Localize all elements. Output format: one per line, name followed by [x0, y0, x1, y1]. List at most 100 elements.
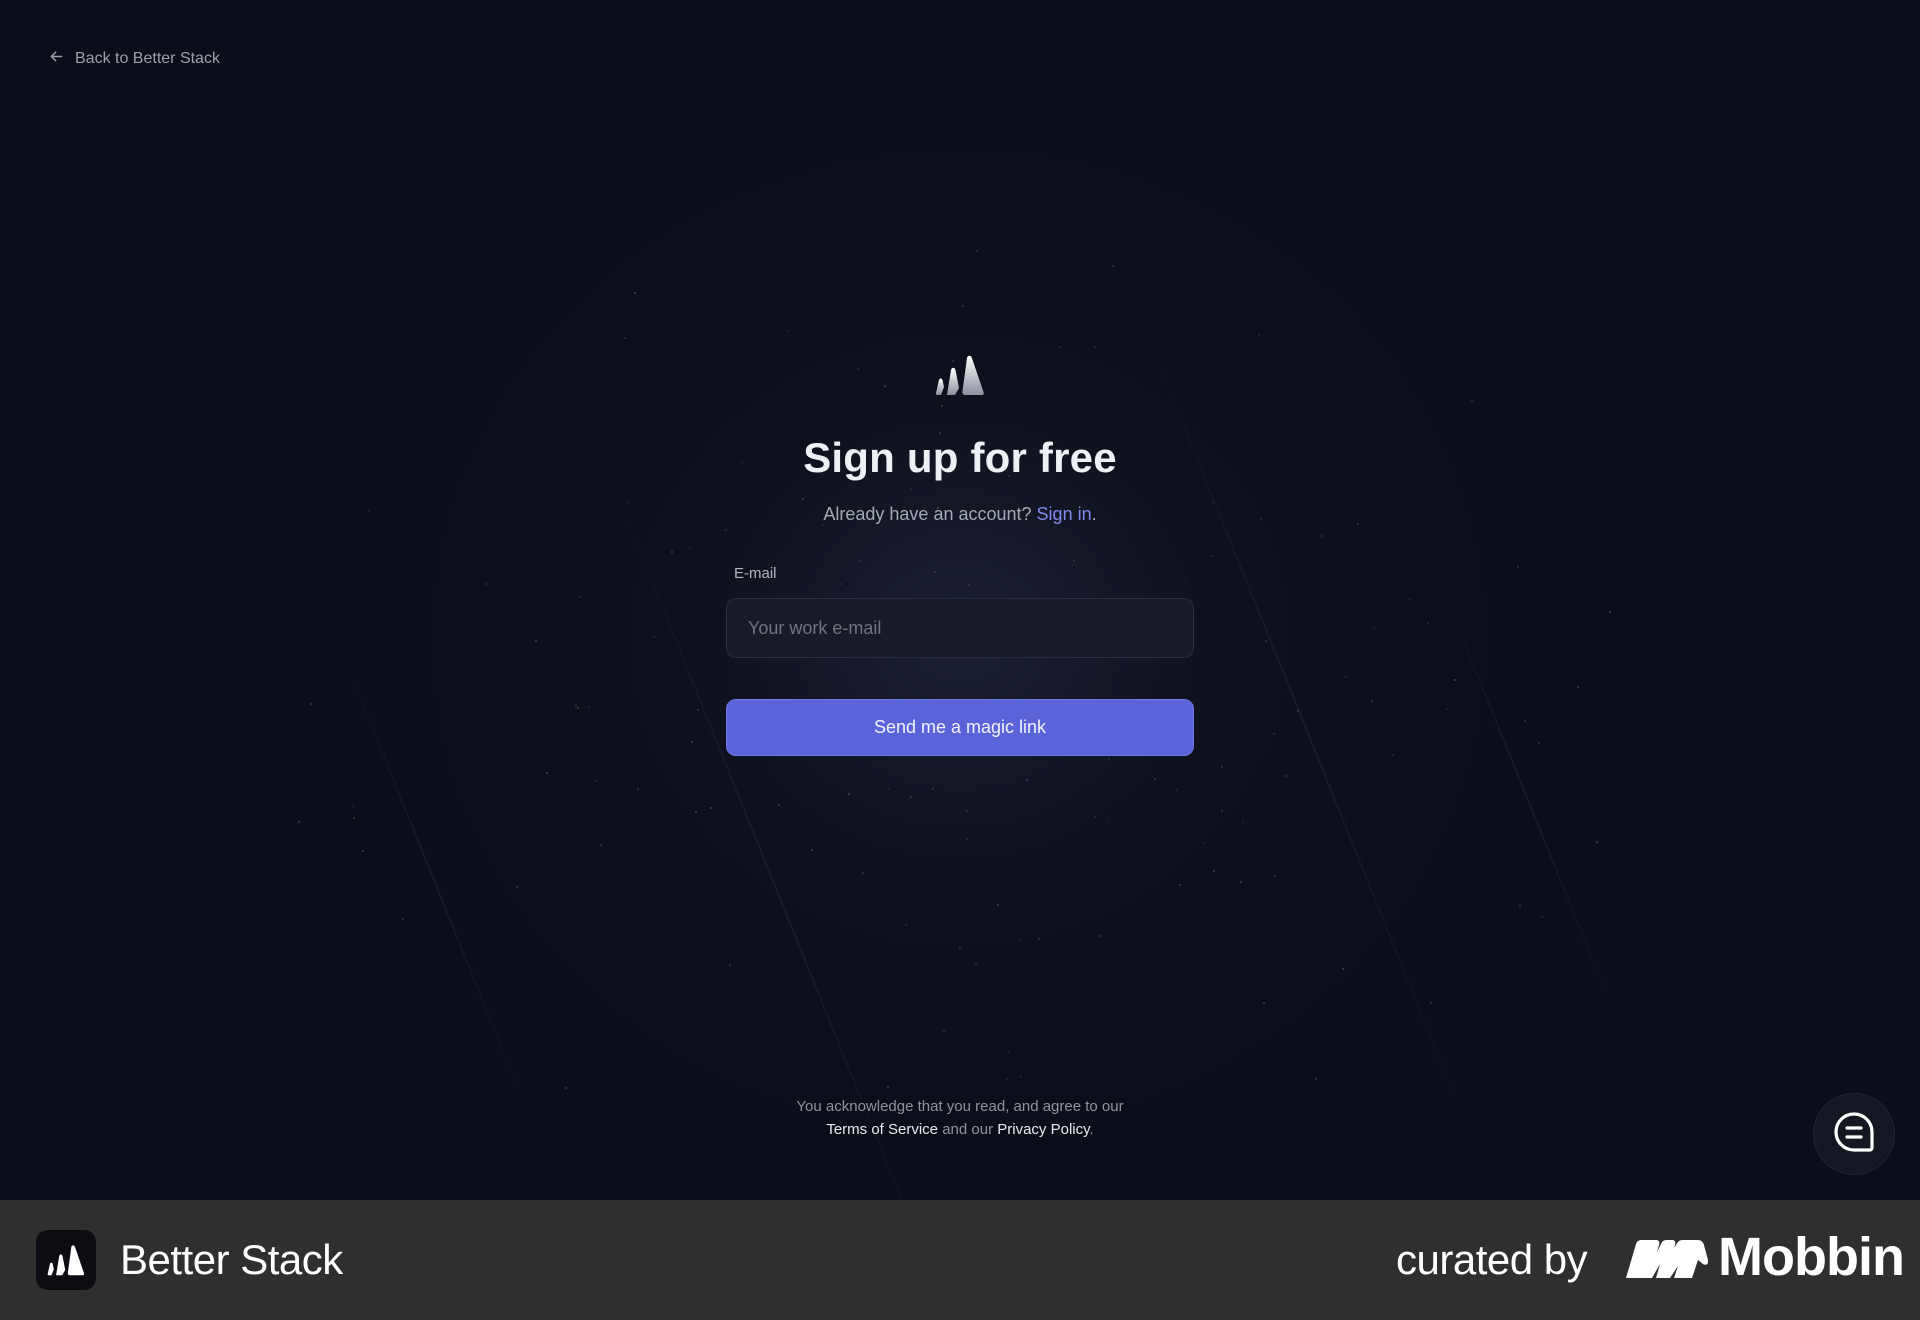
star-dot [965, 837, 968, 840]
background-beam [340, 649, 530, 1114]
arrow-left-icon [48, 48, 65, 70]
star-dot [1446, 707, 1449, 710]
star-dot [1576, 686, 1579, 689]
star-dot [974, 962, 977, 965]
star-dot [1259, 517, 1262, 520]
star-dot [352, 805, 355, 808]
star-dot [905, 924, 908, 927]
star-dot [1470, 400, 1473, 403]
star-dot [888, 788, 891, 791]
legal-connector: and our [942, 1121, 994, 1138]
star-dot [966, 809, 969, 812]
star-dot [515, 886, 518, 889]
star-dot [811, 849, 814, 852]
star-dot [1094, 345, 1097, 348]
star-dot [695, 810, 698, 813]
star-dot [1540, 916, 1543, 919]
star-dot [1006, 1078, 1009, 1081]
star-dot [633, 291, 636, 294]
star-dot [545, 772, 548, 775]
star-dot [729, 963, 732, 966]
star-dot [1517, 565, 1520, 568]
terms-of-service-link[interactable]: Terms of Service [826, 1121, 938, 1138]
star-dot [1285, 774, 1288, 777]
page-title: Sign up for free [803, 434, 1117, 481]
star-dot [1221, 766, 1224, 769]
email-label: E-mail [734, 565, 777, 582]
star-dot [1220, 810, 1223, 813]
star-dot [1179, 884, 1182, 887]
star-dot [1212, 870, 1215, 873]
star-dot [1211, 555, 1214, 558]
signin-link[interactable]: Sign in [1037, 504, 1092, 524]
star-dot [1596, 841, 1599, 844]
star-dot [627, 502, 630, 505]
star-dot [1108, 758, 1111, 761]
star-dot [1240, 881, 1243, 884]
star-dot [778, 803, 781, 806]
star-dot [1357, 522, 1360, 525]
privacy-policy-link[interactable]: Privacy Policy [997, 1121, 1089, 1138]
star-dot [976, 249, 979, 252]
star-dot [1026, 779, 1029, 782]
star-dot [1176, 788, 1179, 791]
star-dot [786, 329, 789, 332]
star-dot [298, 820, 301, 823]
star-dot [652, 663, 655, 666]
star-dot [1019, 1076, 1022, 1079]
star-dot [997, 903, 1000, 906]
star-dot [1153, 778, 1156, 781]
signup-card: Sign up for free Already have an account… [726, 354, 1194, 756]
star-dot [932, 787, 935, 790]
legal-notice: You acknowledge that you read, and agree… [660, 1095, 1260, 1141]
legal-suffix: . [1089, 1121, 1094, 1138]
star-dot [1609, 610, 1612, 613]
star-dot [1107, 816, 1110, 819]
star-dot [910, 795, 913, 798]
star-dot [1263, 1001, 1266, 1004]
star-dot [401, 918, 404, 921]
star-dot [362, 849, 365, 852]
star-dot [1320, 535, 1323, 538]
background-beam [1430, 559, 1620, 1024]
star-dot [1265, 639, 1268, 642]
email-input[interactable] [726, 598, 1194, 658]
chat-button[interactable] [1813, 1093, 1895, 1175]
star-dot [710, 806, 713, 809]
star-dot [574, 705, 577, 708]
star-dot [484, 583, 487, 586]
mobbin-wordmark: Mobbin [1718, 1227, 1905, 1287]
send-magic-link-button[interactable]: Send me a magic link [726, 699, 1194, 756]
back-to-better-stack-link[interactable]: Back to Better Stack [48, 48, 220, 70]
star-dot [367, 509, 370, 512]
star-dot [1408, 598, 1411, 601]
chat-bubble-icon [1830, 1108, 1878, 1161]
star-dot [1098, 935, 1101, 938]
star-dot [1112, 265, 1115, 268]
star-dot [1273, 874, 1276, 877]
signin-prompt: Already have an account? Sign in. [823, 504, 1096, 525]
signin-prompt-suffix: . [1091, 504, 1097, 524]
star-dot [1093, 815, 1096, 818]
better-stack-logo-icon [935, 354, 985, 396]
star-dot [962, 304, 965, 307]
star-dot [1430, 1002, 1433, 1005]
star-dot [1315, 1077, 1318, 1080]
star-dot [1019, 938, 1022, 941]
star-dot [1391, 754, 1394, 757]
legal-links-line: Terms of Service and our Privacy Policy. [660, 1118, 1260, 1141]
star-dot [671, 551, 674, 554]
star-dot [943, 1029, 946, 1032]
star-dot [1370, 700, 1373, 703]
mobbin-logo-icon [1626, 1240, 1709, 1278]
star-dot [782, 1007, 785, 1010]
star-dot [1242, 821, 1245, 824]
star-dot [848, 792, 851, 795]
star-dot [637, 787, 640, 790]
legal-line: You acknowledge that you read, and agree… [796, 1098, 1124, 1115]
star-dot [1454, 678, 1457, 681]
star-dot [588, 705, 591, 708]
star-dot [887, 1085, 890, 1088]
signin-prompt-text: Already have an account? [823, 504, 1032, 524]
back-link-label: Back to Better Stack [75, 50, 220, 67]
